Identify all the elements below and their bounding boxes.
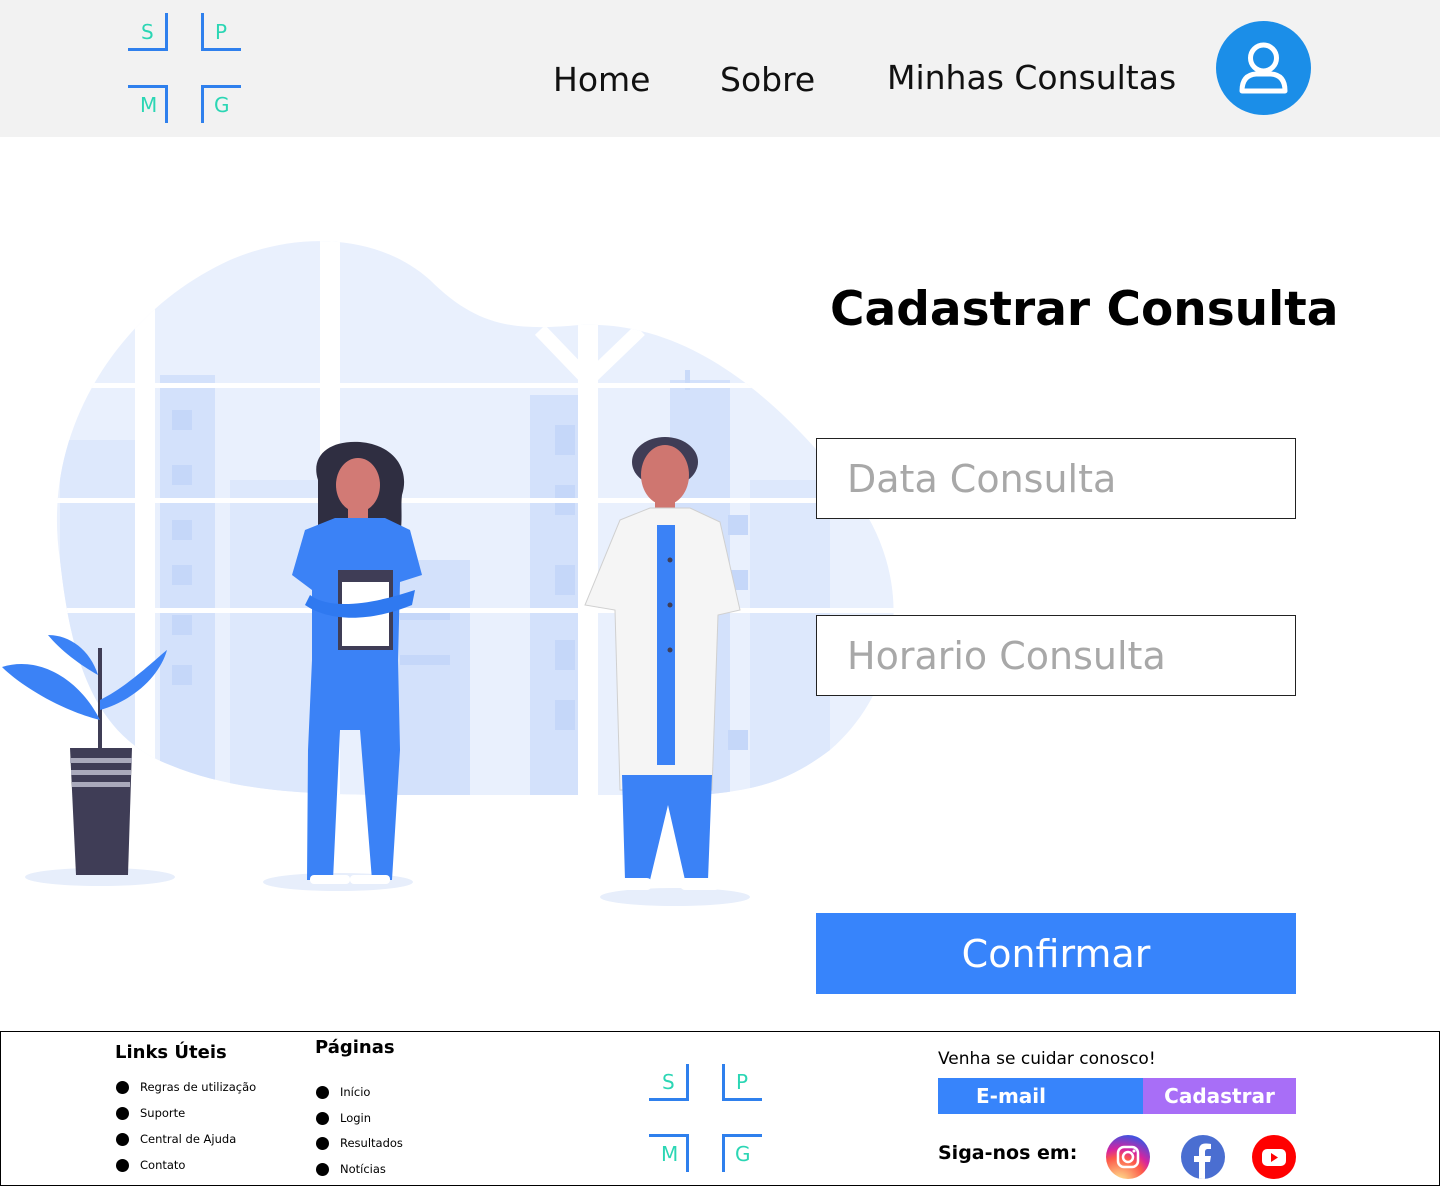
newsletter-email-input[interactable] xyxy=(938,1078,1143,1114)
link-label: Regras de utilização xyxy=(140,1080,257,1094)
facebook-icon[interactable] xyxy=(1181,1135,1225,1179)
bullet-icon xyxy=(316,1112,329,1125)
link-label: Central de Ajuda xyxy=(140,1132,237,1146)
logo-letter-p: P xyxy=(215,20,228,44)
link-suporte[interactable]: Suporte xyxy=(116,1103,256,1129)
bullet-icon xyxy=(316,1086,329,1099)
youtube-icon[interactable] xyxy=(1252,1135,1296,1179)
confirm-button[interactable]: Confirmar xyxy=(816,913,1296,994)
doctors-illustration xyxy=(2,241,894,906)
logo-letter-g: G xyxy=(735,1142,751,1166)
page-login[interactable]: Login xyxy=(316,1108,403,1133)
signup-button[interactable]: Cadastrar xyxy=(1143,1078,1296,1114)
useful-links-title: Links Úteis xyxy=(115,1042,227,1063)
youtube-glyph-icon xyxy=(1262,1149,1286,1166)
logo-letter-s: S xyxy=(141,20,154,44)
instagram-icon[interactable] xyxy=(1106,1135,1150,1179)
page-label: Notícias xyxy=(340,1162,386,1176)
page-inicio[interactable]: Início xyxy=(316,1082,403,1108)
link-label: Suporte xyxy=(140,1106,186,1120)
nav-minhas-consultas[interactable]: Minhas Consultas xyxy=(887,58,1176,97)
bullet-icon xyxy=(116,1133,129,1146)
logo-letter-m: M xyxy=(661,1142,679,1166)
page-label: Login xyxy=(340,1111,372,1125)
bullet-icon xyxy=(116,1107,129,1120)
follow-label: Siga-nos em: xyxy=(938,1142,1078,1164)
nav-home[interactable]: Home xyxy=(553,60,650,99)
bullet-icon xyxy=(116,1081,129,1094)
user-avatar[interactable] xyxy=(1216,21,1311,115)
page-noticias[interactable]: Notícias xyxy=(316,1159,403,1185)
useful-links-list: Regras de utilização Suporte Central de … xyxy=(116,1077,256,1181)
link-contato[interactable]: Contato xyxy=(116,1155,256,1181)
bullet-icon xyxy=(316,1137,329,1150)
form-title: Cadastrar Consulta xyxy=(830,282,1339,337)
spmg-logo[interactable]: S P M G xyxy=(128,13,242,125)
logo-letter-g: G xyxy=(214,93,230,117)
logo-letter-s: S xyxy=(662,1070,675,1094)
page-label: Início xyxy=(340,1085,371,1099)
site-footer: Links Úteis Regras de utilização Suporte… xyxy=(0,1031,1440,1186)
user-icon xyxy=(1239,42,1288,94)
site-header: S P M G Home Sobre Minhas Consultas xyxy=(0,0,1440,137)
instagram-glyph-icon xyxy=(1116,1145,1140,1169)
link-label: Contato xyxy=(140,1158,186,1172)
time-input[interactable] xyxy=(816,615,1296,696)
link-regras[interactable]: Regras de utilização xyxy=(116,1077,256,1103)
pages-title: Páginas xyxy=(315,1037,395,1058)
date-input[interactable] xyxy=(816,438,1296,519)
page-label: Resultados xyxy=(340,1136,403,1150)
bullet-icon xyxy=(116,1159,129,1172)
footer-logo[interactable]: S P M G xyxy=(649,1064,763,1174)
bullet-icon xyxy=(316,1163,329,1176)
facebook-glyph-icon xyxy=(1194,1143,1211,1179)
link-central-ajuda[interactable]: Central de Ajuda xyxy=(116,1129,256,1155)
cta-text: Venha se cuidar conosco! xyxy=(938,1049,1156,1069)
logo-letter-m: M xyxy=(140,93,158,117)
logo-letter-p: P xyxy=(736,1070,749,1094)
pages-list: Início Login Resultados Notícias xyxy=(316,1082,403,1185)
page-resultados[interactable]: Resultados xyxy=(316,1133,403,1159)
nav-sobre[interactable]: Sobre xyxy=(720,60,815,99)
